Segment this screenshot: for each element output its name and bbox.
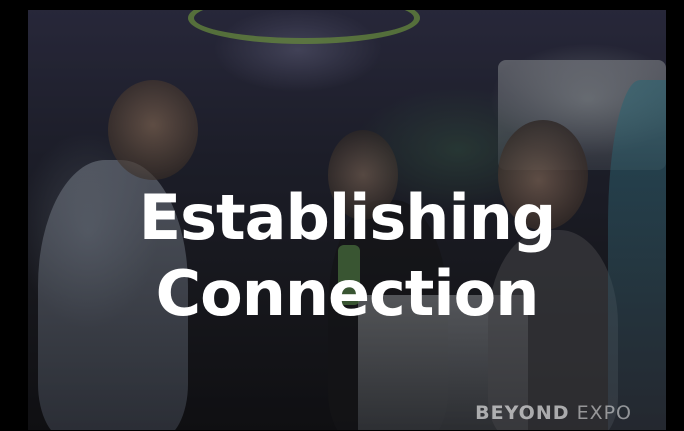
headline-line-1: Establishing (138, 181, 556, 254)
watermark-bold: BEYOND (475, 402, 570, 424)
brand-watermark: BEYOND EXPO (475, 402, 632, 424)
watermark-light: EXPO (576, 402, 632, 424)
banner-frame: BEYOND EXPO Establishing Connection (0, 0, 684, 431)
banner-headline: Establishing Connection (28, 180, 666, 332)
headline-line-2: Connection (155, 257, 540, 330)
